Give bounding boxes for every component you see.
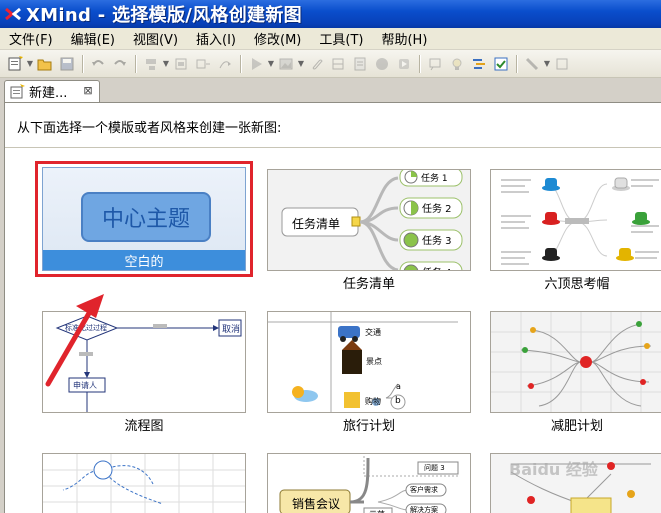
new-dropdown-icon[interactable]: ▼ — [26, 53, 34, 75]
template-card[interactable]: Baidu 经验 — [490, 453, 661, 513]
close-icon[interactable]: ⊠ — [82, 85, 94, 97]
menu-tools[interactable]: 工具(T) — [316, 29, 366, 48]
image-icon[interactable] — [275, 53, 297, 75]
template-card-flowchart[interactable]: 标准化过过程 取消 申请人 — [42, 311, 246, 413]
boundary-icon[interactable] — [192, 53, 214, 75]
label-icon[interactable] — [327, 53, 349, 75]
template-card-travel[interactable]: 交通 景点 购物 a b — [267, 311, 471, 413]
menu-view[interactable]: 视图(V) — [130, 29, 181, 48]
template-preview — [491, 312, 661, 412]
branch-label: 问题 3 — [424, 464, 445, 472]
flow-decision-label: 标准化过过程 — [65, 324, 107, 332]
branch-label: 示范 — [369, 509, 385, 513]
toolbar-separator — [419, 54, 420, 73]
template-label: 流程图 — [124, 419, 164, 434]
template-card[interactable] — [42, 453, 246, 513]
toolbar-separator — [135, 54, 136, 73]
undo-icon[interactable] — [87, 53, 109, 75]
flow-applicant-label: 申请人 — [73, 381, 97, 390]
window-title: XMind - 选择模版/风格创建新图 — [26, 5, 302, 26]
branch-label: 客户需求 — [410, 486, 438, 494]
presentation-icon[interactable] — [245, 53, 267, 75]
idea-bulb-icon[interactable] — [446, 53, 468, 75]
xmind-logo-icon — [4, 6, 22, 22]
travel-item-label: 交通 — [365, 328, 381, 337]
task-label: 任务 3 — [422, 234, 452, 247]
template-card-tasklist[interactable]: 任务 1 任务 2 任务 3 任务 4 任务清单 — [267, 169, 471, 271]
template-label: 任务清单 — [342, 277, 395, 292]
travel-branch-label: a — [396, 382, 401, 391]
template-card-weightloss[interactable] — [490, 311, 661, 413]
marker-icon[interactable] — [521, 53, 543, 75]
template-card-six-hats[interactable] — [490, 169, 661, 271]
redo-icon[interactable] — [109, 53, 131, 75]
menu-modify[interactable]: 修改(M) — [251, 29, 304, 48]
branch-label: 解决方案 — [410, 506, 438, 513]
save-icon[interactable] — [56, 53, 78, 75]
template-gallery: 中心主题 空白的 任务 1 任务 2 任务 3 任务清单 任务清单 六顶思考帽 … — [5, 149, 661, 513]
menu-insert[interactable]: 插入(I) — [193, 29, 239, 48]
image-dropdown-icon[interactable]: ▼ — [297, 53, 305, 75]
relationship-icon[interactable] — [214, 53, 236, 75]
style-icon[interactable] — [551, 53, 573, 75]
watermark: Baidu 经验 — [509, 460, 598, 479]
flow-cancel-label: 取消 — [222, 325, 241, 335]
menu-bar: 文件(F) 编辑(E) 视图(V) 插入(I) 修改(M) 工具(T) 帮助(H… — [0, 28, 661, 50]
task-label: 任务 1 — [421, 172, 448, 184]
template-card-sales-meeting[interactable]: 销售会议 客户需求 解决方案 问题 3 示范 — [267, 453, 471, 513]
topic-icon[interactable] — [140, 53, 162, 75]
hyperlink-icon[interactable] — [371, 53, 393, 75]
gantt-icon[interactable] — [468, 53, 490, 75]
travel-branch-label: b — [395, 396, 401, 406]
presentation-dropdown-icon[interactable]: ▼ — [267, 53, 275, 75]
audio-icon[interactable] — [393, 53, 415, 75]
toolbar-separator — [82, 54, 83, 73]
task-check-icon[interactable] — [490, 53, 512, 75]
new-map-icon — [9, 83, 25, 100]
selection-highlight — [35, 161, 253, 277]
topic-dropdown-icon[interactable]: ▼ — [162, 53, 170, 75]
template-label: 六顶思考帽 — [544, 277, 610, 292]
new-map-wizard: 从下面选择一个模版或者风格来创建一张新图: 中心主题 空白的 任务 1 任务 2… — [4, 102, 661, 513]
task-label: 任务 2 — [422, 202, 452, 215]
template-preview — [491, 170, 661, 270]
new-map-icon[interactable] — [4, 53, 26, 75]
tab-new[interactable]: 新建... ⊠ — [4, 80, 100, 102]
toolbar-separator — [516, 54, 517, 73]
subtopic-icon[interactable] — [170, 53, 192, 75]
menu-edit[interactable]: 编辑(E) — [68, 29, 118, 48]
marker-dropdown-icon[interactable]: ▼ — [543, 53, 551, 75]
title-bar: XMind - 选择模版/风格创建新图 — [0, 0, 661, 28]
callout-icon[interactable] — [424, 53, 446, 75]
toolbar-separator — [240, 54, 241, 73]
template-label: 减肥计划 — [550, 419, 603, 434]
editor-tab-strip: 新建... ⊠ — [0, 78, 661, 102]
menu-file[interactable]: 文件(F) — [6, 29, 56, 48]
attachment-icon[interactable] — [305, 53, 327, 75]
template-label: 旅行计划 — [342, 419, 395, 434]
open-folder-icon[interactable] — [34, 53, 56, 75]
travel-item-label: 景点 — [366, 357, 382, 366]
center-topic-label: 销售会议 — [292, 497, 341, 511]
menu-help[interactable]: 帮助(H) — [378, 29, 430, 48]
center-topic-label: 任务清单 — [292, 217, 341, 231]
divider — [5, 147, 661, 148]
travel-item-label: 购物 — [365, 397, 381, 406]
template-preview — [43, 454, 245, 513]
toolbar: ▼ ▼ ▼ ▼ ▼ — [0, 50, 661, 78]
wizard-prompt: 从下面选择一个模版或者风格来创建一张新图: — [17, 121, 282, 136]
notes-icon[interactable] — [349, 53, 371, 75]
tab-label: 新建... — [29, 86, 68, 101]
